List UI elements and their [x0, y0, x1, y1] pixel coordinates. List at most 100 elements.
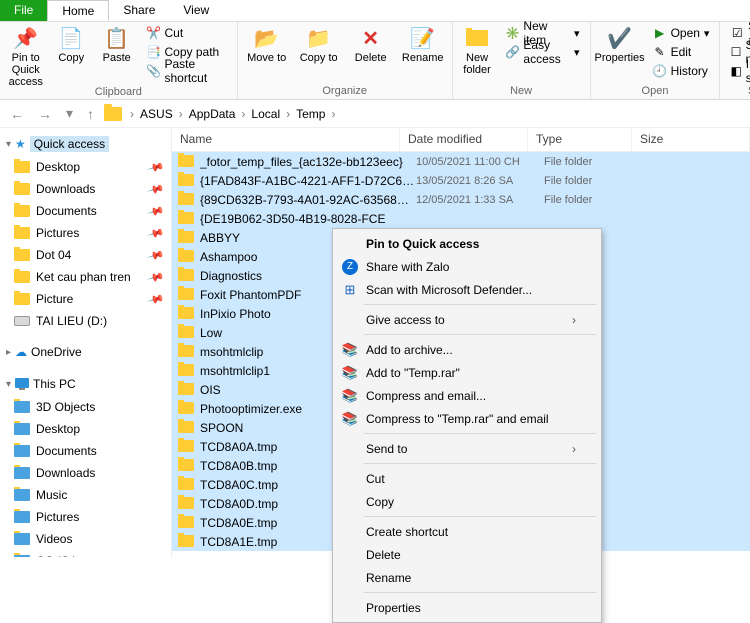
folder-icon — [14, 292, 30, 306]
ctx-copy[interactable]: Copy — [336, 490, 598, 513]
folder-icon — [178, 364, 194, 378]
sidebar-item[interactable]: Documents📌 — [0, 200, 171, 222]
column-size[interactable]: Size — [632, 128, 750, 151]
ctx-create-shortcut[interactable]: Create shortcut — [336, 520, 598, 543]
tab-share[interactable]: Share — [109, 0, 169, 21]
sidebar-item[interactable]: Downloads — [0, 462, 171, 484]
pc-icon — [15, 377, 29, 391]
history-button[interactable]: 🕘History — [649, 62, 714, 80]
tab-file[interactable]: File — [0, 0, 47, 21]
move-to-button[interactable]: 📂Move to — [244, 24, 290, 64]
ctx-compress-email[interactable]: 📚Compress and email... — [336, 384, 598, 407]
folder-icon — [178, 440, 194, 454]
up-button[interactable]: ↑ — [83, 106, 98, 122]
sidebar-item[interactable]: Desktop — [0, 418, 171, 440]
delete-button[interactable]: ✕Delete — [348, 24, 394, 64]
folder-icon — [178, 250, 194, 264]
column-date[interactable]: Date modified — [400, 128, 528, 151]
sidebar-item[interactable]: TAI LIEU (D:) — [0, 310, 171, 332]
sidebar-item[interactable]: Ket cau phan tren📌 — [0, 266, 171, 288]
ctx-give-access[interactable]: Give access to› — [336, 308, 598, 331]
recent-dropdown[interactable]: ▾ — [62, 105, 77, 122]
ctx-cut[interactable]: Cut — [336, 467, 598, 490]
group-title: Open — [597, 83, 714, 99]
folder-icon — [14, 466, 30, 480]
column-headers: Name Date modified Type Size — [172, 128, 750, 152]
this-pc-header[interactable]: ▾This PC — [0, 372, 171, 396]
cut-button[interactable]: ✂️Cut — [143, 24, 231, 42]
sidebar-item[interactable]: Pictures — [0, 506, 171, 528]
file-row[interactable]: {89CD632B-7793-4A01-92AC-63568C12C...12/… — [172, 190, 750, 209]
sidebar-item[interactable]: Documents — [0, 440, 171, 462]
paste-shortcut-button[interactable]: 📎Paste shortcut — [143, 62, 231, 80]
ctx-add-temp-rar[interactable]: 📚Add to "Temp.rar" — [336, 361, 598, 384]
select-all-icon: ☑ — [730, 26, 744, 40]
tab-home[interactable]: Home — [47, 0, 109, 21]
folder-icon — [14, 488, 30, 502]
pin-icon: 📌 — [147, 246, 165, 264]
breadcrumb-item[interactable]: Temp — [292, 105, 329, 123]
address-bar: ← → ▾ ↑ ›ASUS ›AppData ›Local ›Temp › — [0, 100, 750, 128]
invert-selection-button[interactable]: ◧Invert selection — [726, 62, 750, 80]
sidebar-item[interactable]: Picture📌 — [0, 288, 171, 310]
file-row[interactable]: {1FAD843F-A1BC-4221-AFF1-D72C6AA5...13/0… — [172, 171, 750, 190]
new-folder-button[interactable]: New folder — [459, 24, 496, 76]
folder-icon — [178, 288, 194, 302]
sidebar-item[interactable]: Dot 04📌 — [0, 244, 171, 266]
star-icon: ★ — [15, 137, 26, 151]
ctx-scan-defender[interactable]: ⊞Scan with Microsoft Defender... — [336, 278, 598, 301]
breadcrumb-item[interactable]: ASUS — [136, 105, 177, 123]
sidebar-item[interactable]: Desktop📌 — [0, 156, 171, 178]
sidebar-item[interactable]: Videos — [0, 528, 171, 550]
group-title: Clipboard — [6, 84, 231, 100]
quick-access-header[interactable]: ▾★Quick access — [0, 132, 171, 156]
chevron-right-icon: › — [572, 313, 576, 327]
folder-icon — [178, 193, 194, 207]
folder-icon — [14, 400, 30, 414]
paste-button[interactable]: 📋Paste — [97, 24, 137, 64]
sidebar-item[interactable]: Music — [0, 484, 171, 506]
ctx-rename[interactable]: Rename — [336, 566, 598, 589]
folder-icon — [178, 174, 194, 188]
copy-button[interactable]: 📄Copy — [52, 24, 92, 64]
rename-button[interactable]: 📝Rename — [400, 24, 446, 64]
pin-icon: 📌 — [14, 26, 38, 50]
breadcrumb-item[interactable]: Local — [247, 105, 284, 123]
column-type[interactable]: Type — [528, 128, 632, 151]
sidebar-item[interactable]: 3D Objects — [0, 396, 171, 418]
open-button[interactable]: ▶Open ▾ — [649, 24, 714, 42]
ctx-send-to[interactable]: Send to› — [336, 437, 598, 460]
file-row[interactable]: {DE19B062-3D50-4B19-8028-FCE — [172, 209, 750, 228]
sidebar-item[interactable]: OS (C:) — [0, 550, 171, 557]
invert-selection-icon: ◧ — [730, 64, 741, 78]
copy-to-button[interactable]: 📁Copy to — [296, 24, 342, 64]
navigation-pane: ▾★Quick access Desktop📌Downloads📌Documen… — [0, 128, 172, 557]
onedrive-header[interactable]: ▸☁OneDrive — [0, 340, 171, 364]
column-name[interactable]: Name — [172, 128, 400, 151]
forward-button[interactable]: → — [34, 106, 56, 122]
easy-access-button[interactable]: 🔗Easy access ▾ — [501, 43, 583, 61]
ctx-properties[interactable]: Properties — [336, 596, 598, 619]
ctx-share-zalo[interactable]: ZShare with Zalo — [336, 255, 598, 278]
edit-button[interactable]: ✎Edit — [649, 43, 714, 61]
sidebar-item[interactable]: Pictures📌 — [0, 222, 171, 244]
ctx-pin-quick-access[interactable]: Pin to Quick access — [336, 232, 598, 255]
ctx-add-archive[interactable]: 📚Add to archive... — [336, 338, 598, 361]
ctx-compress-rar-email[interactable]: 📚Compress to "Temp.rar" and email — [336, 407, 598, 430]
properties-icon: ✔️ — [608, 26, 632, 50]
folder-icon — [178, 345, 194, 359]
paste-icon: 📋 — [105, 26, 129, 50]
back-button[interactable]: ← — [6, 106, 28, 122]
tab-view[interactable]: View — [169, 0, 223, 21]
new-item-icon: ✳️ — [505, 26, 519, 40]
sidebar-item[interactable]: Downloads📌 — [0, 178, 171, 200]
group-title: Organize — [244, 83, 446, 99]
properties-button[interactable]: ✔️Properties — [597, 24, 643, 64]
winrar-icon: 📚 — [342, 411, 358, 427]
ctx-delete[interactable]: Delete — [336, 543, 598, 566]
pin-quick-access-button[interactable]: 📌Pin to Quick access — [6, 24, 46, 88]
pin-icon: 📌 — [147, 180, 165, 198]
breadcrumb-item[interactable]: AppData — [185, 105, 240, 123]
folder-icon — [14, 510, 30, 524]
file-row[interactable]: _fotor_temp_files_{ac132e-bb123eec}10/05… — [172, 152, 750, 171]
